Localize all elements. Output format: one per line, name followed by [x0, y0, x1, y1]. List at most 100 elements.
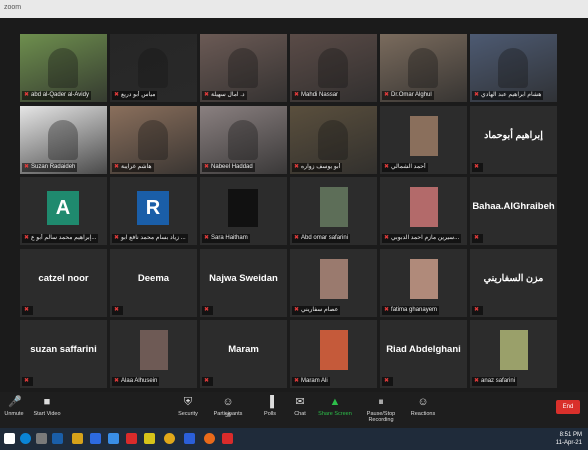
photos-icon[interactable] — [108, 433, 119, 444]
participant-name-text: زياد بسام محمد نافع ابو ... — [121, 235, 186, 241]
start-video-button[interactable]: ■ Start Video — [32, 396, 62, 417]
participant-tile[interactable]: ✖ Dr.Omar Alghul — [380, 34, 467, 102]
participant-name-label: ✖ — [472, 162, 484, 172]
participant-tile[interactable]: ✖ Abd omar safarini — [290, 177, 377, 245]
participant-name-label: ✖ — [112, 305, 124, 315]
mic-muted-icon: ✖ — [384, 235, 390, 241]
participant-tile[interactable]: Bahaa.AlGhraibeh ✖ — [470, 177, 557, 245]
participant-name-text: Abd omar safarini — [301, 235, 349, 241]
participant-tile[interactable]: R ✖ زياد بسام محمد نافع ابو ... — [110, 177, 197, 245]
participant-display-name: Najwa Sweidan — [209, 272, 278, 284]
app-m-icon[interactable] — [52, 433, 63, 444]
participant-tile[interactable]: ✖ أحمد الشمالي — [380, 105, 467, 174]
end-button[interactable]: End — [556, 400, 580, 414]
participant-display-name: Deema — [137, 272, 170, 284]
profile-picture — [320, 330, 348, 370]
participant-tile[interactable]: ✖ هشام ابراهيم عبد الهادي — [470, 34, 557, 102]
participant-tile[interactable]: إبراهيم أبوحماد ✖ — [470, 105, 557, 174]
security-button[interactable]: ⛨ Security — [176, 396, 200, 417]
participant-tile[interactable]: Najwa Sweidan ✖ — [200, 248, 287, 317]
participant-name-text: fatima ghanayem — [391, 306, 438, 313]
acrobat-icon[interactable] — [222, 433, 233, 444]
participant-tile[interactable]: ✖ Nabeel Haddad — [200, 105, 287, 174]
participant-tile[interactable]: ✖ هاشم غرايبة — [110, 105, 197, 174]
search-icon[interactable] — [36, 433, 47, 444]
participant-name-text: Dr.Omar Alghul — [391, 92, 432, 98]
explorer-icon[interactable] — [144, 433, 155, 444]
participant-name-label: ✖ أحمد الشمالي — [382, 162, 428, 172]
word-icon[interactable] — [184, 433, 195, 444]
mic-muted-icon: ✖ — [114, 163, 120, 170]
participant-name-text: أحمد الشمالي — [391, 163, 426, 170]
zoom-taskbar-icon[interactable] — [90, 433, 101, 444]
smiley-icon: ☺ — [417, 396, 429, 408]
participant-tile[interactable]: ✖ Mahdi Nassar — [290, 34, 377, 102]
participant-tile[interactable]: ✖ أبو يوسف زواره — [290, 105, 377, 174]
participants-button[interactable]: ☺30 Participants — [212, 396, 244, 419]
participant-tile[interactable]: ✖ سيرين مازم احمد الدبوبي... — [380, 177, 467, 245]
participant-name-text: هاشم غرايبة — [121, 163, 152, 170]
person-silhouette — [498, 48, 528, 88]
participant-tile[interactable]: ✖ Alaa Alhusein — [110, 320, 197, 388]
folder-icon[interactable] — [72, 433, 83, 444]
participant-name-text: Nabeel Haddad — [211, 163, 253, 170]
participant-tile[interactable]: ✖ fatima ghanayem — [380, 248, 467, 317]
participant-tile[interactable]: Maram ✖ — [200, 320, 287, 388]
participant-tile[interactable]: ✖ د. آمال سهيلة — [200, 34, 287, 102]
participant-tile[interactable]: ✖ مياس أبو دريع — [110, 34, 197, 102]
participant-tile[interactable]: A ✖ إبراهيم محمد سالم أبو ع... — [20, 177, 107, 245]
edge-icon[interactable] — [20, 433, 31, 444]
participant-name-label: ✖ — [472, 234, 484, 243]
mic-muted-icon: ✖ — [474, 235, 480, 241]
system-clock: 8:51 PM 11-Apr-21 — [556, 431, 582, 447]
start-icon[interactable] — [4, 433, 15, 444]
participant-name-label: ✖ سيرين مازم احمد الدبوبي... — [382, 234, 462, 243]
participant-name-text: Alaa Alhusein — [121, 378, 158, 384]
mic-muted-icon: ✖ — [474, 378, 480, 384]
participant-display-name: suzan saffarini — [30, 344, 97, 355]
participant-tile[interactable]: مزن السفاريني ✖ — [470, 248, 557, 317]
person-silhouette — [138, 119, 168, 160]
participant-tile[interactable]: Deema ✖ — [110, 248, 197, 317]
participant-tile[interactable]: ✖ Suzan Radaideh — [20, 105, 107, 174]
recording-button[interactable]: ⏸ Pause/Stop Recording — [356, 396, 406, 423]
participant-name-label: ✖ Suzan Radaideh — [22, 162, 78, 172]
chat-button[interactable]: ✉ Chat — [290, 396, 310, 417]
mic-muted-icon: ✖ — [294, 163, 300, 170]
mic-muted-icon: 🎤 — [8, 396, 22, 408]
participant-name-label: ✖ — [22, 377, 34, 386]
share-screen-icon: ▲ — [329, 396, 341, 408]
participant-tile[interactable]: Riad Abdelghani ✖ — [380, 320, 467, 388]
chrome-icon[interactable] — [164, 433, 175, 444]
polls-button[interactable]: ▐ Polls — [260, 396, 280, 417]
app-red-icon[interactable] — [126, 433, 137, 444]
participants-icon: ☺30 — [222, 396, 234, 419]
share-screen-button[interactable]: ▲ Share Screen — [318, 396, 352, 417]
person-silhouette — [318, 48, 348, 88]
participant-name-label: ✖ — [202, 377, 214, 386]
participant-tile[interactable]: ✖ عصام سفاريني — [290, 248, 377, 317]
participant-name-label: ✖ Nabeel Haddad — [202, 162, 255, 172]
participant-name-text: سيرين مازم احمد الدبوبي... — [391, 235, 460, 241]
mic-muted-icon: ✖ — [24, 163, 30, 170]
mic-muted-icon: ✖ — [294, 306, 300, 313]
video-off-icon: ■ — [43, 396, 51, 408]
firefox-icon[interactable] — [204, 433, 215, 444]
participant-tile[interactable]: catzel noor ✖ — [20, 248, 107, 317]
participant-tile[interactable]: ✖ Sara Haitham — [200, 177, 287, 245]
participant-name-label: ✖ هشام ابراهيم عبد الهادي — [472, 91, 544, 100]
person-silhouette — [228, 48, 258, 88]
participant-name-label: ✖ — [472, 305, 484, 315]
participant-name-text: هشام ابراهيم عبد الهادي — [481, 92, 542, 98]
profile-picture — [410, 115, 438, 156]
participant-name-label: ✖ إبراهيم محمد سالم أبو ع... — [22, 234, 99, 243]
participant-name-label: ✖ Maram Ali — [292, 377, 330, 386]
participant-tile[interactable]: suzan saffarini ✖ — [20, 320, 107, 388]
participant-tile[interactable]: ✖ Maram Ali — [290, 320, 377, 388]
mic-muted-icon: ✖ — [24, 92, 30, 98]
reactions-button[interactable]: ☺ Reactions — [410, 396, 436, 417]
mic-muted-icon: ✖ — [384, 163, 390, 170]
participant-tile[interactable]: ✖ anaz safarini — [470, 320, 557, 388]
participant-tile[interactable]: ✖ abd al-Qader al-Avidy — [20, 34, 107, 102]
unmute-button[interactable]: 🎤 Unmute — [2, 396, 26, 417]
